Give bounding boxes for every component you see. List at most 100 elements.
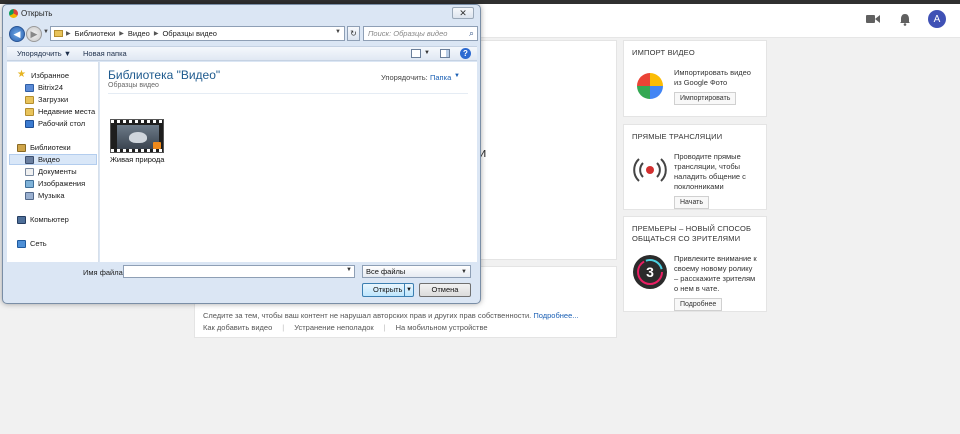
library-title: Библиотека "Видео" <box>108 68 221 82</box>
premieres-description: Привлеките внимание к своему новому роли… <box>674 254 757 293</box>
file-name-chevron-icon[interactable]: ▼ <box>346 267 352 273</box>
dialog-title: Открыть <box>21 9 53 18</box>
breadcrumb-chevron-icon[interactable]: ▶ <box>154 30 159 37</box>
sidebar-item-pictures[interactable]: Изображения <box>25 179 85 188</box>
library-folder-icon <box>54 30 63 37</box>
file-type-chevron-icon[interactable]: ▼ <box>461 267 467 278</box>
sidebar-item-downloads[interactable]: Загрузки <box>25 95 68 104</box>
breadcrumb-sample-videos[interactable]: Образцы видео <box>162 29 217 38</box>
address-history-chevron-icon[interactable]: ▼ <box>335 29 341 35</box>
sidebar-item-label: Видео <box>38 155 60 164</box>
breadcrumb-chevron-icon[interactable]: ▶ <box>119 30 124 37</box>
premiere-countdown-icon: 3 <box>632 254 668 290</box>
bitrix24-icon <box>25 83 34 92</box>
recent-places-icon <box>25 107 34 116</box>
sidebar-item-label: Компьютер <box>30 215 69 224</box>
sidebar-item-bitrix24[interactable]: Bitrix24 <box>25 83 63 92</box>
computer-icon <box>17 215 26 224</box>
address-bar[interactable]: ▶ Библиотеки ▶ Видео ▶ Образцы видео ▼ <box>50 26 345 41</box>
sidebar-item-favorites[interactable]: ★ Избранное <box>17 70 69 80</box>
recent-pages-chevron-icon[interactable]: ▼ <box>43 29 49 35</box>
sidebar-item-recent-places[interactable]: Недавние места <box>25 107 95 116</box>
sidebar-item-video[interactable]: Видео <box>9 154 97 165</box>
help-links: Как добавить видео | Устранение неполадо… <box>203 323 488 332</box>
desktop-icon <box>25 119 34 128</box>
create-video-icon[interactable] <box>864 10 882 28</box>
sidebar-item-label: Bitrix24 <box>38 83 64 92</box>
cancel-button[interactable]: Отмена <box>419 283 471 297</box>
forward-arrow-icon[interactable]: ▶ <box>26 26 42 42</box>
new-folder-button[interactable]: Новая папка <box>83 49 127 58</box>
preview-pane-icon[interactable] <box>440 49 450 58</box>
navigation-pane: ★ Избранное Bitrix24 Загрузки Недавние м… <box>7 62 99 262</box>
star-icon: ★ <box>17 69 26 80</box>
help-link-how-to-upload[interactable]: Как добавить видео <box>203 323 272 332</box>
change-view-icon[interactable] <box>411 49 421 58</box>
chrome-icon <box>9 9 18 18</box>
copyright-notice-text: Следите за тем, чтобы ваш контент не нар… <box>203 311 532 320</box>
learn-more-link[interactable]: Подробнее... <box>533 311 578 320</box>
breadcrumb-chevron-icon[interactable]: ▶ <box>66 30 71 37</box>
learn-more-button[interactable]: Подробнее <box>674 298 723 311</box>
close-button[interactable]: ✕ <box>452 7 474 19</box>
sidebar-item-desktop[interactable]: Рабочий стол <box>25 119 85 128</box>
help-link-troubleshooting[interactable]: Устранение неполадок <box>294 323 373 332</box>
live-streaming-title: ПРЯМЫЕ ТРАНСЛЯЦИИ <box>632 132 723 141</box>
sidebar-item-music[interactable]: Музыка <box>25 191 65 200</box>
libraries-icon <box>17 143 26 152</box>
help-link-mobile[interactable]: На мобильном устройстве <box>396 323 488 332</box>
import-video-description: Импортировать видео из Google Фото <box>674 68 751 87</box>
open-button[interactable]: Открыть ▼ <box>362 283 414 297</box>
sidebar-item-libraries[interactable]: Библиотеки <box>17 143 71 152</box>
film-strip <box>111 120 163 123</box>
search-placeholder: Поиск: Образцы видео <box>368 29 448 38</box>
sidebar-item-label: Загрузки <box>38 95 69 104</box>
import-button[interactable]: Импортировать <box>674 92 737 105</box>
sidebar-item-label: Рабочий стол <box>38 119 86 128</box>
open-button-label: Открыть <box>373 285 403 294</box>
link-separator: | <box>383 323 386 332</box>
film-strip <box>111 149 163 152</box>
sidebar-item-label: Библиотеки <box>30 143 71 152</box>
divider <box>108 93 468 94</box>
search-icon[interactable]: ⌕ <box>469 27 474 40</box>
breadcrumb-video[interactable]: Видео <box>128 29 150 38</box>
view-options-chevron-icon[interactable]: ▼ <box>424 50 430 56</box>
refresh-icon[interactable]: ↻ <box>347 26 360 41</box>
search-input[interactable]: Поиск: Образцы видео ⌕ <box>363 26 478 41</box>
file-type-select[interactable]: Все файлы ▼ <box>362 265 471 278</box>
network-icon <box>17 239 26 248</box>
import-video-card: ИМПОРТ ВИДЕО Импортировать видео из Goog… <box>623 40 767 117</box>
premieres-title: ПРЕМЬЕРЫ – НОВЫЙ СПОСОБ ОБЩАТЬСЯ СО ЗРИТ… <box>632 224 752 243</box>
arrange-by-dropdown[interactable]: Папка <box>430 73 451 82</box>
account-avatar[interactable]: A <box>928 10 946 28</box>
notifications-bell-icon[interactable] <box>896 10 914 28</box>
google-photos-icon <box>632 68 668 104</box>
file-name-input[interactable]: ▼ <box>123 265 355 278</box>
live-broadcast-icon <box>632 152 668 188</box>
live-streaming-card: ПРЯМЫЕ ТРАНСЛЯЦИИ Проводите прямые транс… <box>623 124 767 210</box>
sidebar-item-label: Недавние места <box>38 107 96 116</box>
premiere-countdown-number: 3 <box>646 264 654 280</box>
organize-button[interactable]: Упорядочить ▼ <box>17 49 71 58</box>
file-item[interactable]: Живая природа <box>110 119 170 169</box>
file-name-label: Имя файла: <box>83 268 125 277</box>
premieres-card: ПРЕМЬЕРЫ – НОВЫЙ СПОСОБ ОБЩАТЬСЯ СО ЗРИТ… <box>623 216 767 312</box>
arrange-by-chevron-icon[interactable]: ▼ <box>454 73 460 79</box>
sidebar-item-computer[interactable]: Компьютер <box>17 215 69 224</box>
copyright-notice: Следите за тем, чтобы ваш контент не нар… <box>203 311 579 320</box>
help-icon[interactable]: ? <box>460 48 471 59</box>
sidebar-item-label: Сеть <box>30 239 47 248</box>
open-options-chevron-icon[interactable]: ▼ <box>404 284 413 296</box>
music-icon <box>25 191 34 200</box>
sidebar-item-network[interactable]: Сеть <box>17 239 47 248</box>
breadcrumb-libraries[interactable]: Библиотеки <box>75 29 116 38</box>
back-arrow-icon[interactable]: ◀ <box>9 26 25 42</box>
start-stream-button[interactable]: Начать <box>674 196 710 209</box>
file-type-value: Все файлы <box>366 267 406 276</box>
downloads-folder-icon <box>25 95 34 104</box>
dialog-toolbar: Упорядочить ▼ Новая папка ▼ ? <box>7 46 477 61</box>
navigation-row: ◀ ▶ ▼ ▶ Библиотеки ▶ Видео ▶ Образцы вид… <box>7 25 479 43</box>
sidebar-item-documents[interactable]: Документы <box>25 167 77 176</box>
dialog-titlebar[interactable]: Открыть ✕ <box>3 5 480 23</box>
